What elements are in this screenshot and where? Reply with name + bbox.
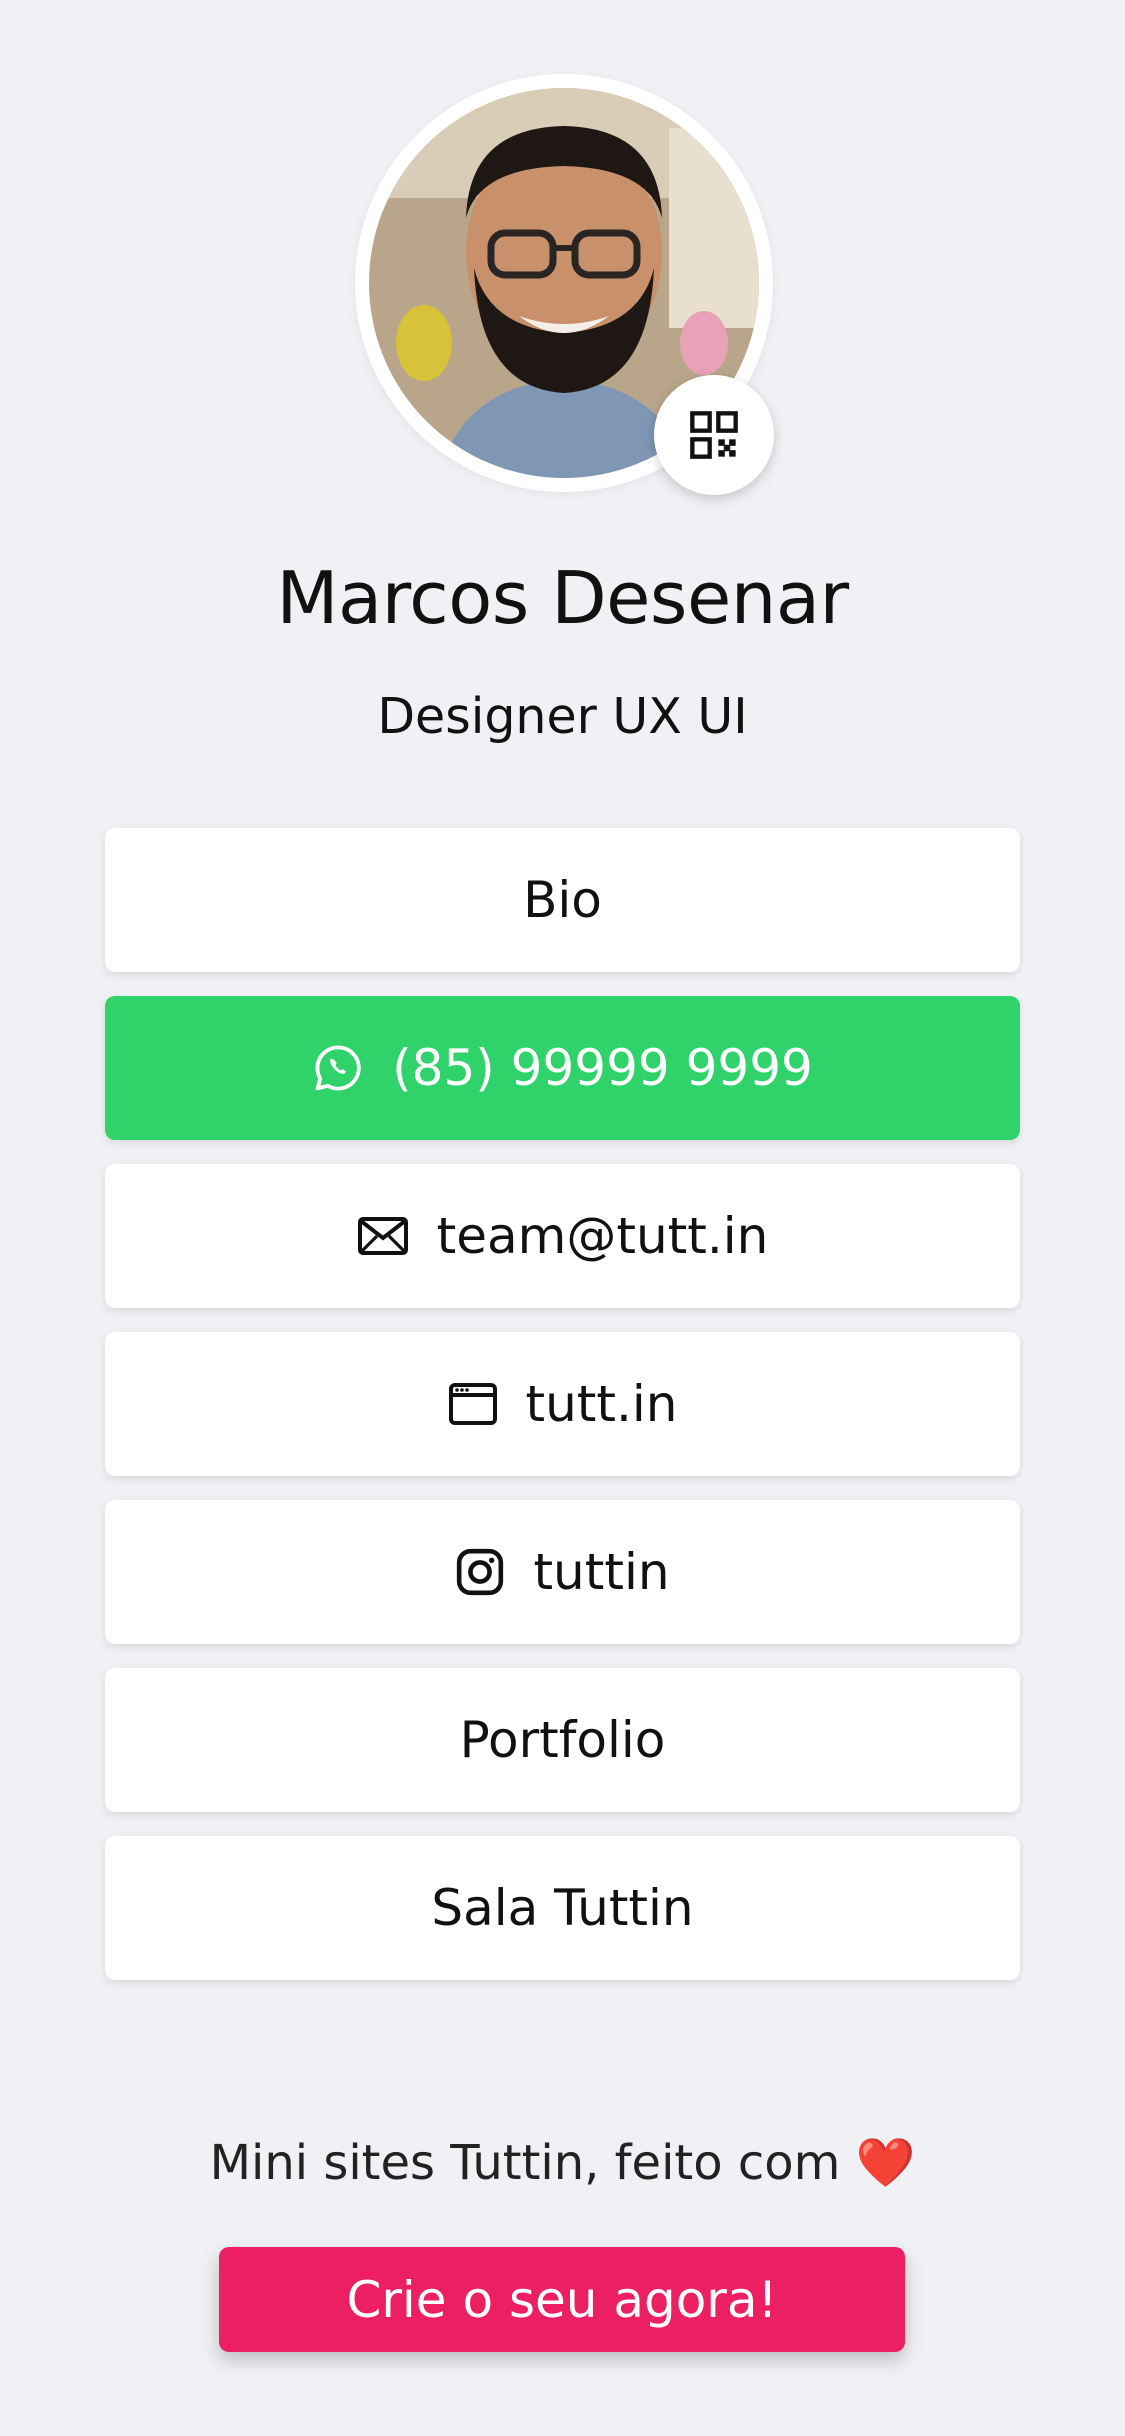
- whatsapp-label: (85) 99999 9999: [392, 1039, 813, 1097]
- create-yours-button[interactable]: Crie o seu agora!: [219, 2247, 905, 2352]
- envelope-icon: [357, 1216, 409, 1256]
- profile-name: Marcos Desenar: [276, 556, 849, 640]
- heart-icon: ❤️: [855, 2135, 916, 2191]
- whatsapp-button[interactable]: (85) 99999 9999: [105, 996, 1020, 1140]
- browser-window-icon: [448, 1382, 498, 1426]
- website-label: tutt.in: [525, 1375, 678, 1433]
- link-list: Bio (85) 99999 9999 team@tutt.in tutt.in…: [105, 828, 1020, 2004]
- qr-code-button[interactable]: [654, 375, 774, 495]
- email-label: team@tutt.in: [436, 1207, 769, 1265]
- bio-label: Bio: [523, 871, 602, 929]
- sala-tuttin-label: Sala Tuttin: [431, 1879, 694, 1937]
- bio-button[interactable]: Bio: [105, 828, 1020, 972]
- instagram-button[interactable]: tuttin: [105, 1500, 1020, 1644]
- instagram-label: tuttin: [533, 1543, 670, 1601]
- instagram-icon: [455, 1547, 505, 1597]
- profile-title: Designer UX UI: [377, 688, 748, 745]
- portfolio-label: Portfolio: [459, 1711, 666, 1769]
- portfolio-button[interactable]: Portfolio: [105, 1668, 1020, 1812]
- footer-text: Mini sites Tuttin, feito com ❤️: [0, 2134, 1125, 2191]
- website-button[interactable]: tutt.in: [105, 1332, 1020, 1476]
- qr-code-icon: [690, 411, 738, 459]
- whatsapp-icon: [312, 1042, 364, 1094]
- profile-page: Marcos Desenar Designer UX UI Bio (85) 9…: [0, 0, 1125, 2436]
- sala-tuttin-button[interactable]: Sala Tuttin: [105, 1836, 1020, 1980]
- footer-label: Mini sites Tuttin, feito com: [209, 2135, 841, 2191]
- email-button[interactable]: team@tutt.in: [105, 1164, 1020, 1308]
